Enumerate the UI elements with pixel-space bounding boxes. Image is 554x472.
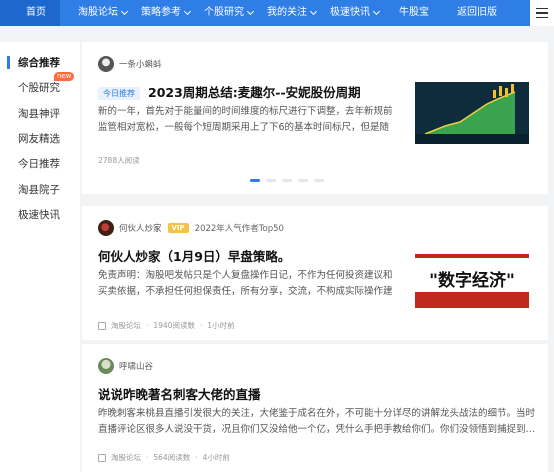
avatar[interactable] (98, 358, 114, 374)
chevron-down-icon (246, 7, 255, 16)
thumb-banner-stripe (415, 254, 529, 258)
avatar[interactable] (98, 56, 114, 72)
author-name[interactable]: 何伙人炒家 (119, 222, 162, 234)
vip-badge: VIP (167, 223, 189, 233)
sidebar-item-flash[interactable]: 极速快讯 (18, 207, 60, 222)
thumb-headline: "数字经济" (429, 271, 515, 291)
post-card: 呼啸山谷 说说昨晚著名刺客大佬的直播 昨晚刺客来桃县直播引发很大的关注，大佬鉴于… (82, 344, 548, 472)
chevron-down-icon (120, 7, 129, 16)
nav-stock-research-label: 个股研究 (204, 7, 244, 18)
post-excerpt[interactable]: 新的一年，首先对于能量间的时间维度的标尺进行下调整，去年新规前监管相对宽松，一般… (98, 104, 400, 136)
nav-stock-research[interactable]: 个股研究 (204, 0, 255, 26)
sidebar: 综合推荐 个股研究 new 淘县神评 网友精选 今日推荐 淘县院子 极速快讯 (0, 42, 80, 472)
post-source[interactable]: 淘股论坛 (111, 452, 141, 463)
post-views: 564阅读数 (153, 453, 191, 462)
nav-niugubao[interactable]: 牛股宝 (399, 0, 429, 26)
post-meta: 淘股论坛 · 1940阅读数 · 1小时前 (98, 320, 235, 331)
nav-strategy[interactable]: 策略参考 (141, 0, 192, 26)
post-author[interactable]: 何伙人炒家 VIP 2022年人气作者Top50 (98, 220, 284, 236)
author-honor-tag: 2022年人气作者Top50 (194, 224, 284, 234)
carousel-indicator (250, 179, 324, 182)
sidebar-item-stock-research[interactable]: 个股研究 (18, 80, 60, 95)
author-name[interactable]: 一条小蝌蚪 (119, 58, 162, 70)
separator: · (199, 321, 203, 330)
carousel-dot[interactable] (250, 179, 260, 182)
post-views: 2788人阅读 (98, 156, 140, 165)
post-thumbnail[interactable] (415, 82, 529, 144)
nav-home[interactable]: 首页 (0, 0, 60, 26)
post-card: 何伙人炒家 VIP 2022年人气作者Top50 何伙人炒家（1月9日）早盘策略… (82, 206, 548, 340)
nav-flash-news-label: 极速快讯 (330, 7, 370, 18)
post-excerpt[interactable]: 免责声明：淘股吧发帖只是个人复盘操作日记，不作为任何投资建议和买卖依据，不承担任… (98, 268, 400, 300)
post-source[interactable]: 淘股论坛 (111, 320, 141, 331)
sidebar-item-yard[interactable]: 淘县院子 (18, 182, 60, 197)
post-title-text[interactable]: 2023周期总结:麦趣尔--安妮股份周期 (148, 85, 361, 100)
sidebar-item-selected[interactable]: 网友精选 (18, 131, 60, 146)
forum-icon (98, 453, 106, 462)
post-time: 4小时前 (202, 453, 230, 462)
carousel-dot[interactable] (298, 179, 308, 182)
avatar[interactable] (98, 220, 114, 236)
separator: · (146, 321, 149, 330)
post-views: 1940阅读数 (153, 321, 195, 330)
new-badge: new (54, 72, 75, 81)
carousel-dot[interactable] (314, 179, 324, 182)
author-name[interactable]: 呼啸山谷 (119, 360, 153, 372)
chevron-down-icon (183, 7, 192, 16)
post-time: 1小时前 (207, 321, 235, 330)
sidebar-item-recommended[interactable]: 综合推荐 (18, 55, 60, 70)
featured-carousel: 一条小蝌蚪 今日推荐 2023周期总结:麦趣尔--安妮股份周期 新的一年，首先对于… (82, 42, 548, 194)
post-excerpt[interactable]: 昨晚刺客来桃县直播引发很大的关注，大佬鉴于成名在外，不可能十分详尽的讲解龙头战法… (98, 406, 538, 438)
post-author[interactable]: 呼啸山谷 (98, 358, 153, 374)
post-title[interactable]: 说说昨晚著名刺客大佬的直播 (98, 384, 261, 403)
sidebar-item-reviews[interactable]: 淘县神评 (18, 106, 60, 121)
carousel-dot[interactable] (282, 179, 292, 182)
nav-following[interactable]: 我的关注 (267, 0, 318, 26)
post-title[interactable]: 今日推荐 2023周期总结:麦趣尔--安妮股份周期 (98, 82, 361, 101)
today-tag: 今日推荐 (98, 87, 140, 100)
nav-niugubao-label: 牛股宝 (399, 7, 429, 18)
chart-thumbnail-image (415, 82, 529, 144)
post-author[interactable]: 一条小蝌蚪 (98, 56, 162, 72)
nav-flash-news[interactable]: 极速快讯 (330, 0, 381, 26)
post-thumbnail[interactable]: "数字经济" (415, 252, 529, 308)
forum-icon (98, 321, 106, 330)
active-indicator (7, 56, 10, 69)
post-title[interactable]: 何伙人炒家（1月9日）早盘策略。 (98, 246, 290, 265)
sidebar-item-today[interactable]: 今日推荐 (18, 156, 60, 171)
separator: · (146, 453, 149, 462)
chevron-down-icon (372, 7, 381, 16)
chevron-down-icon (309, 7, 318, 16)
carousel-dot[interactable] (266, 179, 276, 182)
nav-old-version[interactable]: 返回旧版 (457, 0, 497, 26)
top-nav: 首页 淘股论坛 策略参考 个股研究 我的关注 极速快讯 牛股宝 返回旧版 (0, 0, 554, 26)
thumb-banner-bottom (415, 292, 529, 308)
nav-following-label: 我的关注 (267, 7, 307, 18)
nav-home-label: 首页 (26, 7, 46, 18)
nav-forum[interactable]: 淘股论坛 (78, 0, 129, 26)
separator: · (195, 453, 198, 462)
menu-icon[interactable] (530, 0, 554, 26)
nav-forum-label: 淘股论坛 (78, 7, 118, 18)
nav-strategy-label: 策略参考 (141, 7, 181, 18)
nav-old-version-label: 返回旧版 (457, 7, 497, 18)
post-meta: 淘股论坛 · 564阅读数 · 4小时前 (98, 452, 230, 463)
